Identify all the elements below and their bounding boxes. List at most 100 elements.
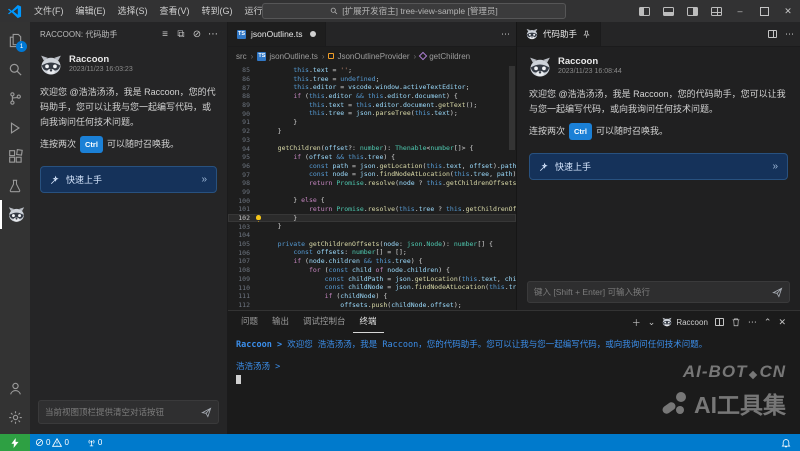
gear-icon	[8, 410, 23, 425]
panel-tab-终端[interactable]: 终端	[353, 311, 384, 333]
remote-indicator[interactable]	[0, 434, 30, 451]
accounts-button[interactable]	[0, 374, 30, 403]
code-line[interactable]: 107 if (node.children && this.tree) {	[228, 257, 516, 266]
toggle-secondary-sidebar-icon[interactable]	[680, 0, 704, 22]
split-editor-icon[interactable]	[768, 30, 777, 38]
code-line[interactable]: 95 if (offset && this.tree) {	[228, 153, 516, 162]
pin-icon[interactable]	[582, 30, 591, 39]
terminal-tab-entry[interactable]: Raccoon	[662, 317, 708, 327]
toggle-panel-icon[interactable]	[656, 0, 680, 22]
code-line[interactable]: 88 if (this.editor && this.editor.docume…	[228, 92, 516, 101]
radio-tower-icon	[87, 438, 96, 447]
assistant-chat-input[interactable]	[534, 287, 767, 297]
editor-scrollbar[interactable]	[509, 66, 515, 150]
code-line[interactable]: 93	[228, 136, 516, 145]
chevron-down-icon[interactable]: ⌄	[648, 317, 656, 328]
clear-icon[interactable]: ≡	[157, 26, 173, 42]
quick-start-button[interactable]: 快速上手 »	[40, 166, 217, 193]
code-line[interactable]: 101 return Promise.resolve(this.tree ? t…	[228, 205, 516, 214]
panel-tab-调试控制台[interactable]: 调试控制台	[296, 311, 353, 333]
breadcrumb-item[interactable]: getChildren	[420, 52, 470, 61]
code-line[interactable]: 112 offsets.push(childNode.offset);	[228, 301, 516, 310]
code-line[interactable]: 97 const node = json.findNodeAtLocation(…	[228, 170, 516, 179]
breadcrumbs[interactable]: src›TSjsonOutline.ts›JsonOutlineProvider…	[228, 47, 516, 65]
menu-item[interactable]: 文件(F)	[28, 0, 70, 22]
code-line[interactable]: 85 this.text = '';	[228, 66, 516, 75]
code-line[interactable]: 103 }	[228, 222, 516, 231]
code-line[interactable]: 94 getChildren(offset?: number): Thenabl…	[228, 144, 516, 153]
code-line[interactable]: 109 const childPath = json.getLocation(t…	[228, 275, 516, 284]
code-line[interactable]: 104	[228, 231, 516, 240]
panel-tab-输出[interactable]: 输出	[265, 311, 296, 333]
breadcrumb-item[interactable]: JsonOutlineProvider	[328, 52, 409, 61]
menu-item[interactable]: 编辑(E)	[70, 0, 112, 22]
code-line[interactable]: 96 const path = json.getLocation(this.te…	[228, 162, 516, 171]
bolt-icon	[11, 438, 19, 448]
chevron-double-right-icon: »	[201, 174, 207, 185]
error-count: 0	[46, 438, 50, 447]
window-title: [扩展开发宿主] tree-view-sample [管理员]	[342, 5, 497, 17]
menu-item[interactable]: 选择(S)	[112, 0, 154, 22]
block-icon[interactable]: ⊘	[189, 26, 205, 42]
sidebar-item-source-control[interactable]	[0, 84, 30, 113]
tab-code-assistant[interactable]: 代码助手	[517, 22, 601, 46]
maximize-button[interactable]	[752, 0, 776, 22]
code-line[interactable]: 86 this.tree = undefined;	[228, 75, 516, 84]
code-line[interactable]: 98 return Promise.resolve(node ? this.ge…	[228, 179, 516, 188]
code-line[interactable]: 110 const childNode = json.findNodeAtLoc…	[228, 283, 516, 292]
close-panel-icon[interactable]: ✕	[778, 317, 786, 328]
sidebar-item-extensions[interactable]	[0, 142, 30, 171]
code-line[interactable]: 91 }	[228, 118, 516, 127]
close-button[interactable]: ✕	[776, 0, 800, 22]
code-line[interactable]: 89 this.text = this.editor.document.getT…	[228, 101, 516, 110]
ports-status[interactable]: 0	[82, 434, 107, 451]
code-line[interactable]: 92 }	[228, 127, 516, 136]
send-icon[interactable]	[201, 407, 212, 418]
source-control-icon	[8, 91, 23, 106]
lightbulb-icon[interactable]	[256, 215, 261, 220]
settings-button[interactable]	[0, 403, 30, 432]
breadcrumb-item[interactable]: TSjsonOutline.ts	[257, 52, 317, 61]
tab-jsonoutline[interactable]: TS jsonOutline.ts	[228, 22, 326, 46]
sidebar-item-search[interactable]	[0, 55, 30, 84]
code-line[interactable]: 108 for (const child of node.children) {	[228, 266, 516, 275]
open-in-editor-icon[interactable]: ⧉	[173, 26, 189, 42]
notifications-button[interactable]	[776, 438, 796, 448]
code-line[interactable]: 87 this.editor = vscode.window.activeTex…	[228, 83, 516, 92]
modified-dot-icon[interactable]	[310, 31, 316, 37]
menu-item[interactable]: 查看(V)	[154, 0, 196, 22]
send-icon[interactable]	[772, 287, 783, 298]
split-terminal-icon[interactable]	[715, 318, 724, 326]
assistant-inputbox[interactable]	[527, 281, 790, 303]
menu-item[interactable]: 转到(G)	[196, 0, 239, 22]
minimize-button[interactable]: –	[728, 0, 752, 22]
maximize-panel-icon[interactable]: ⌃	[764, 317, 772, 328]
quick-start-button[interactable]: 快速上手 »	[529, 153, 788, 180]
breadcrumb-item[interactable]: src	[236, 52, 247, 61]
code-line[interactable]: 99	[228, 188, 516, 197]
sidebar-item-explorer[interactable]: 1	[0, 26, 30, 55]
code-line[interactable]: 102 }	[228, 214, 516, 223]
code-line[interactable]: 106 const offsets: number[] = [];	[228, 248, 516, 257]
sidebar-chat-inputbox[interactable]	[38, 400, 219, 424]
code-editor[interactable]: 85 this.text = '';86 this.tree = undefin…	[228, 66, 516, 310]
more-icon[interactable]: ⋯	[748, 317, 757, 328]
trash-icon[interactable]	[731, 317, 741, 327]
command-center[interactable]: [扩展开发宿主] tree-view-sample [管理员]	[262, 3, 566, 19]
customize-layout-icon[interactable]	[704, 0, 728, 22]
sidebar-item-raccoon[interactable]	[0, 200, 30, 229]
sidebar-item-testing[interactable]	[0, 171, 30, 200]
problems-status[interactable]: 0 0	[30, 434, 74, 451]
sidebar-chat-input[interactable]	[45, 407, 196, 417]
more-icon[interactable]: ⋯	[205, 26, 221, 42]
code-line[interactable]: 100 } else {	[228, 196, 516, 205]
editor-more-icon[interactable]: ⋯	[501, 29, 510, 40]
sidebar-item-run-debug[interactable]	[0, 113, 30, 142]
panel-tab-问题[interactable]: 问题	[234, 311, 265, 333]
code-line[interactable]: 105 private getChildrenOffsets(node: jso…	[228, 240, 516, 249]
more-icon[interactable]: ⋯	[785, 29, 794, 40]
code-line[interactable]: 90 this.tree = json.parseTree(this.text)…	[228, 109, 516, 118]
new-terminal-icon[interactable]: ＋	[632, 316, 641, 329]
code-line[interactable]: 111 if (childNode) {	[228, 292, 516, 301]
toggle-primary-sidebar-icon[interactable]	[632, 0, 656, 22]
